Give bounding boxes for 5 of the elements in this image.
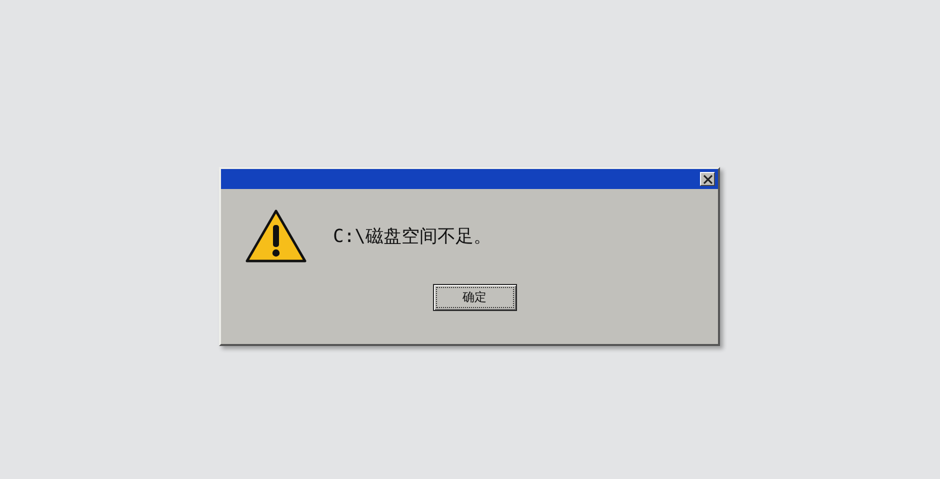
warning-icon bbox=[245, 209, 307, 263]
ok-button[interactable]: 确定 bbox=[432, 284, 516, 311]
message-text: C:\磁盘空间不足。 bbox=[333, 225, 492, 248]
close-icon bbox=[702, 174, 712, 184]
close-button[interactable] bbox=[700, 172, 715, 186]
